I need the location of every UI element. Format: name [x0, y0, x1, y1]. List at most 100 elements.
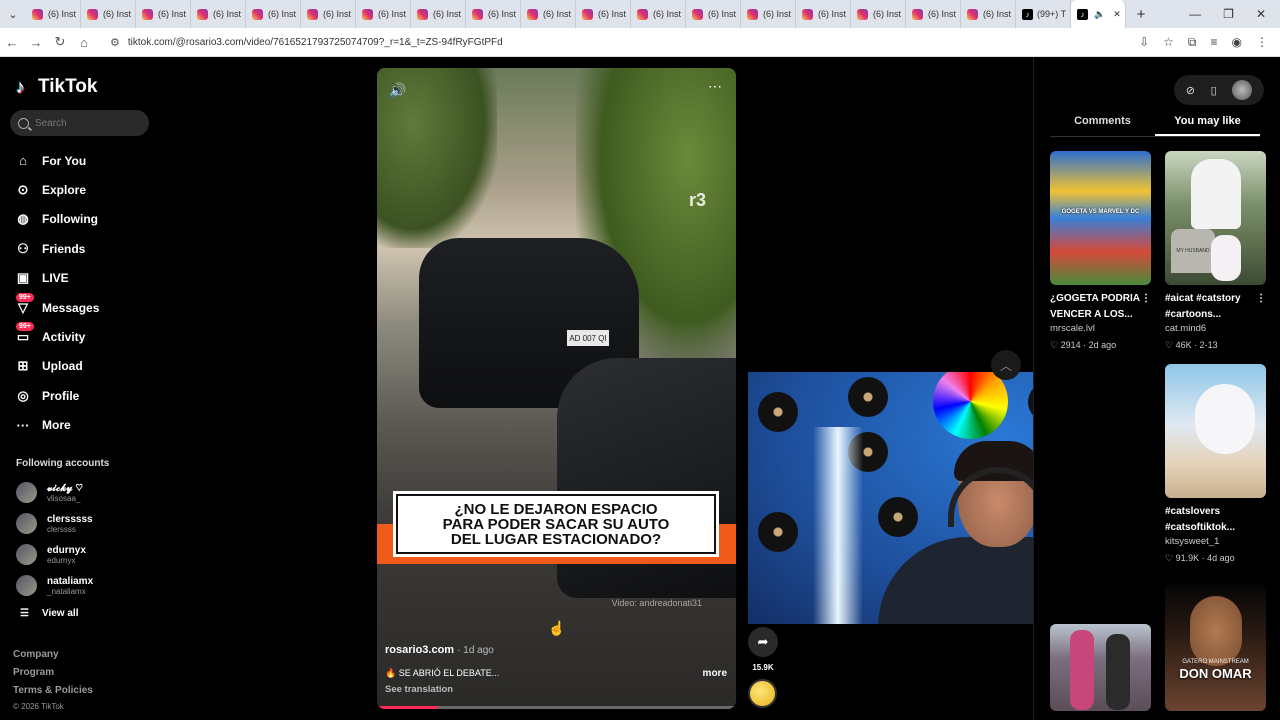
browser-tab[interactable]: (6) Inst	[686, 0, 741, 28]
nav-item-friends[interactable]: ⚇ Friends	[14, 234, 99, 263]
video-options-icon[interactable]: ⋯	[708, 78, 722, 95]
following-account[interactable]: clersssss clerssss	[16, 508, 93, 539]
search-box[interactable]	[10, 110, 149, 136]
nav-item-messages[interactable]: ▽ 99+ Messages	[14, 292, 99, 322]
tab-you-may-like[interactable]: You may like	[1155, 113, 1260, 136]
browser-tab[interactable]: (6) Inst	[961, 0, 1016, 28]
card-thumbnail[interactable]: GOGETA VS MARVEL Y DC	[1050, 151, 1151, 285]
card-thumbnail[interactable]: MY HUSBAND	[1165, 151, 1266, 285]
browser-tab[interactable]: (6) Inst	[521, 0, 576, 28]
video-author[interactable]: rosario3.com	[385, 644, 454, 656]
card-thumbnail[interactable]	[1050, 624, 1151, 711]
url-field[interactable]: ⚙ tiktok.com/@rosario3.com/video/7616521…	[110, 36, 503, 49]
browser-tab[interactable]: (6) Inst	[796, 0, 851, 28]
scroll-up-icon[interactable]: ︿	[991, 350, 1021, 380]
following-account[interactable]: 𝓿𝓲𝓬𝓴𝔂 ♡ vlisosaa_	[16, 477, 93, 508]
recommended-card[interactable]	[1050, 624, 1151, 711]
messages-icon: ▽ 99+	[14, 292, 34, 317]
browser-tab[interactable]: (6) Inst	[576, 0, 631, 28]
browser-tab[interactable]: (6) Inst	[631, 0, 686, 28]
active-browser-tab[interactable]: ♪ 🔈 ✕	[1071, 0, 1126, 28]
top-action-pill: ⊘ ▯	[1174, 75, 1264, 105]
browser-tab[interactable]: (6) Inst	[191, 0, 246, 28]
card-thumbnail[interactable]	[1165, 364, 1266, 498]
recommended-card[interactable]: GOGETA VS MARVEL Y DC ¿GOGETA PODRIA VEN…	[1050, 151, 1151, 351]
nav-item-explore[interactable]: ⊙ Explore	[14, 175, 99, 204]
recommended-card[interactable]: MY HUSBAND #aicat #catstory #cartoons...…	[1165, 151, 1266, 351]
following-account[interactable]: edurnyx edurnyx	[16, 539, 93, 570]
card-author[interactable]: cat.mind6	[1165, 323, 1266, 334]
install-icon[interactable]: ⇩	[1139, 35, 1149, 50]
view-all-button[interactable]: ☰ View all	[20, 608, 78, 619]
browser-tab[interactable]: (6) Inst	[246, 0, 301, 28]
share-button[interactable]: ➦	[748, 627, 778, 657]
bookmark-star-icon[interactable]: ☆	[1163, 35, 1174, 50]
home-browser-icon[interactable]: ⌂	[72, 35, 96, 50]
nav-item-profile[interactable]: ◎ Profile	[14, 381, 99, 410]
account-handle: _nataliamx	[47, 586, 86, 596]
video-player[interactable]: AD 007 QI 🔊 ⋯ r3 ¿NO LE DEJARON ESPACIO …	[377, 68, 736, 709]
browser-tab-label: (6) Inst	[543, 9, 572, 19]
close-window-icon[interactable]: ✕	[1256, 7, 1266, 21]
more-button[interactable]: more	[703, 668, 727, 679]
nav-item-following[interactable]: ◍ Following	[14, 205, 99, 234]
card-author[interactable]: mrscale.lvl	[1050, 323, 1151, 334]
video-watermark: Video: andreadonati31	[611, 598, 702, 608]
browser-tab[interactable]: (6) Inst	[136, 0, 191, 28]
device-icon[interactable]: ▯	[1211, 84, 1217, 97]
browser-tab[interactable]: (6) Inst	[356, 0, 411, 28]
back-icon[interactable]: ←	[0, 35, 24, 50]
browser-tab[interactable]: ♪ (99+) T	[1016, 0, 1071, 28]
search-input[interactable]	[35, 117, 135, 129]
recommended-card[interactable]: #catslovers #catsoftiktok... kitsysweet_…	[1165, 364, 1266, 564]
upload-icon: ⊞	[17, 358, 29, 374]
browser-tab[interactable]: (6) Inst	[26, 0, 81, 28]
media-control-icon[interactable]: ≡	[1211, 35, 1218, 50]
footer-link[interactable]: Company	[13, 649, 93, 667]
video-caption-box: ¿NO LE DEJARON ESPACIO PARA PODER SACAR …	[396, 494, 716, 554]
nav-item-for-you[interactable]: ⌂ For You	[14, 146, 99, 175]
forward-icon[interactable]: →	[24, 35, 48, 50]
url-text[interactable]: tiktok.com/@rosario3.com/video/761652179…	[128, 37, 503, 48]
tiktok-logo[interactable]: ♪ TikTok	[16, 76, 97, 98]
nav-item-live[interactable]: ▣ LIVE	[14, 264, 99, 293]
menu-kebab-icon[interactable]: ⋮	[1256, 35, 1268, 50]
video-progress-bar[interactable]	[377, 706, 736, 709]
tab-comments[interactable]: Comments	[1050, 113, 1155, 136]
profile-browser-icon[interactable]: ◉	[1232, 35, 1242, 50]
browser-tab[interactable]: (6) Inst	[906, 0, 961, 28]
user-avatar[interactable]	[1232, 80, 1253, 100]
card-menu-icon[interactable]: ⋮	[1256, 291, 1266, 323]
site-info-icon[interactable]: ⚙	[110, 36, 120, 49]
reload-icon[interactable]: ↻	[48, 34, 72, 50]
extensions-icon[interactable]: ⧉	[1188, 35, 1197, 50]
coin-icon[interactable]: ⊘	[1186, 84, 1195, 97]
card-author[interactable]: kitsysweet_1	[1165, 536, 1266, 547]
tab-search-icon[interactable]: ⌄	[0, 0, 26, 28]
card-thumbnail[interactable]: GATERO MAINSTREAM DON OMAR	[1165, 584, 1266, 711]
music-disc-icon[interactable]	[748, 679, 777, 708]
browser-tab[interactable]: (6) Inst	[851, 0, 906, 28]
browser-tab[interactable]: (6) Inst	[81, 0, 136, 28]
minimize-icon[interactable]: —	[1189, 7, 1201, 21]
nav-item-upload[interactable]: ⊞ Upload	[14, 352, 99, 381]
restore-icon[interactable]: ❐	[1223, 7, 1234, 21]
instagram-icon	[472, 8, 483, 20]
following-account[interactable]: nataliamx _nataliamx	[16, 570, 93, 601]
card-menu-icon[interactable]: ⋮	[1141, 291, 1151, 323]
tab-close-icon[interactable]: ✕	[1113, 9, 1121, 20]
new-tab-button[interactable]: +	[1126, 6, 1156, 23]
browser-tab[interactable]: (6) Inst	[466, 0, 521, 28]
browser-tab[interactable]: (6) Inst	[301, 0, 356, 28]
nav-item-activity[interactable]: ▭ 99+ Activity	[14, 322, 99, 351]
browser-tab[interactable]: (6) Inst	[411, 0, 466, 28]
see-translation-link[interactable]: See translation	[385, 684, 727, 695]
tab-audio-icon[interactable]: 🔈	[1094, 9, 1105, 20]
recommended-card[interactable]: GATERO MAINSTREAM DON OMAR	[1165, 584, 1266, 711]
browser-tab[interactable]: (6) Inst	[741, 0, 796, 28]
instagram-icon	[362, 8, 373, 20]
footer-link[interactable]: Terms & Policies	[13, 685, 93, 703]
footer-link[interactable]: Program	[13, 667, 93, 685]
nav-item-more[interactable]: ··· More	[14, 411, 99, 440]
volume-icon[interactable]: 🔊	[389, 82, 406, 99]
